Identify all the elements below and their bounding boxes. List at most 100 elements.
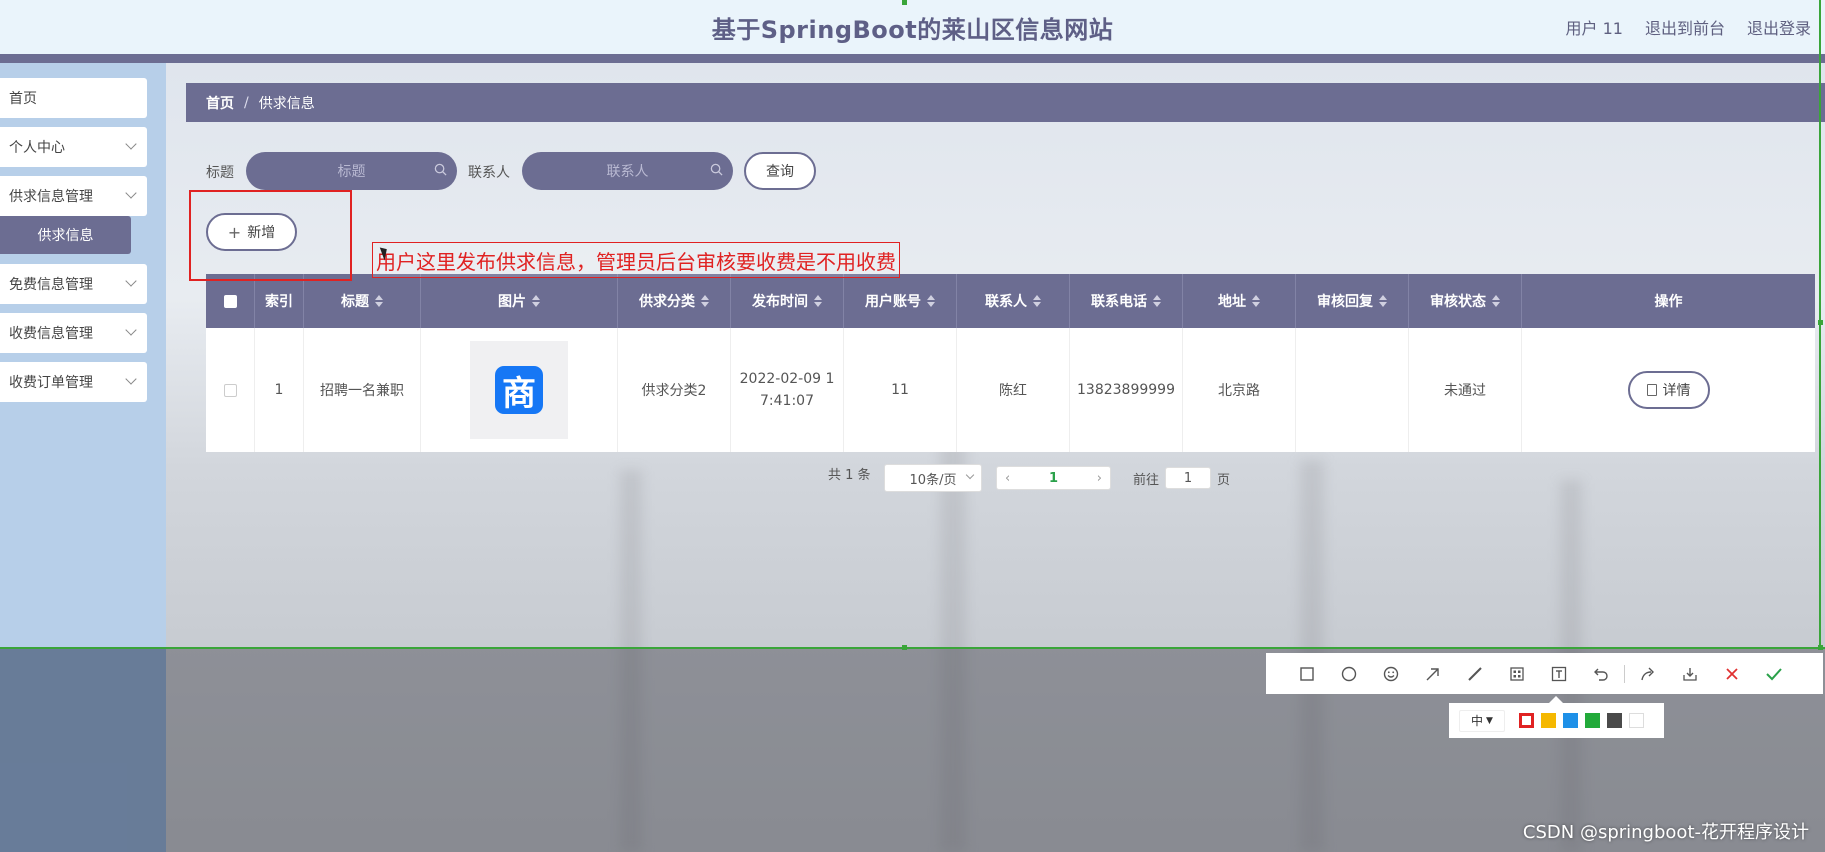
goto-page-input[interactable]: 1	[1165, 467, 1212, 489]
sidebar-item-label: 供求信息管理	[9, 189, 93, 205]
title-search-label: 标题	[206, 165, 234, 181]
column-header-label: 审核回复	[1317, 294, 1373, 310]
save-tool[interactable]	[1669, 653, 1711, 694]
sidebar-item-free-info-management[interactable]: 免费信息管理	[0, 264, 147, 304]
confirm-tool[interactable]	[1753, 653, 1795, 694]
cell-category: 供求分类2	[618, 328, 731, 452]
cancel-tool[interactable]	[1711, 653, 1753, 694]
column-header-address[interactable]: 地址	[1183, 274, 1296, 328]
chevron-down-icon	[125, 324, 137, 336]
mosaic-tool[interactable]	[1496, 653, 1538, 694]
column-header-actions: 操作	[1522, 274, 1815, 328]
select-all-checkbox-cell[interactable]	[206, 274, 255, 328]
cell-contact: 陈红	[957, 328, 1070, 452]
share-icon	[1641, 667, 1654, 680]
ellipse-tool[interactable]	[1328, 653, 1370, 694]
color-swatch-dark-gray[interactable]	[1607, 713, 1622, 728]
cell-review-status: 未通过	[1409, 328, 1522, 452]
color-swatch-white[interactable]	[1629, 713, 1644, 728]
watermark: CSDN @springboot-花开程序设计	[1522, 822, 1809, 843]
sidebar-item-home[interactable]: 首页	[0, 78, 147, 118]
row-checkbox[interactable]	[223, 383, 237, 397]
sort-icon[interactable]	[1033, 295, 1041, 307]
page-size-value: 10条/页	[909, 472, 957, 488]
logout-link[interactable]: 退出登录	[1747, 15, 1811, 39]
color-swatch-green[interactable]	[1585, 713, 1600, 728]
title-search-input[interactable]: 标题	[246, 152, 457, 190]
contact-search-placeholder: 联系人	[606, 164, 649, 180]
size-select[interactable]: 中 ▼	[1459, 709, 1505, 732]
cell-actions: 详情	[1522, 328, 1815, 452]
caret-down-icon: ▼	[1486, 715, 1493, 726]
contact-search-input[interactable]: 联系人	[522, 152, 733, 190]
page-size-select[interactable]: 10条/页	[884, 464, 982, 492]
rectangle-tool[interactable]	[1286, 653, 1328, 694]
column-header-review-reply[interactable]: 审核回复	[1296, 274, 1409, 328]
user-label: 用户 11	[1565, 19, 1623, 38]
select-all-checkbox[interactable]	[223, 294, 237, 308]
column-header-image[interactable]: 图片	[421, 274, 618, 328]
column-header-phone[interactable]: 联系电话	[1070, 274, 1183, 328]
share-tool[interactable]	[1627, 653, 1669, 694]
cell-review-reply	[1296, 328, 1409, 452]
page-suffix: 页	[1217, 472, 1231, 488]
sort-icon[interactable]	[701, 295, 709, 307]
column-header-title[interactable]: 标题	[304, 274, 421, 328]
chevron-down-icon	[125, 275, 137, 287]
column-header-category[interactable]: 供求分类	[618, 274, 731, 328]
breadcrumb-home[interactable]: 首页	[206, 93, 234, 113]
sort-icon[interactable]	[1492, 295, 1500, 307]
sort-icon[interactable]	[1153, 295, 1161, 307]
column-header-label: 标题	[341, 294, 369, 310]
arrow-icon	[1426, 667, 1439, 680]
emoji-tool[interactable]	[1370, 653, 1412, 694]
prev-page-icon[interactable]: ‹	[1005, 471, 1010, 486]
sort-icon[interactable]	[1379, 295, 1387, 307]
sort-icon[interactable]	[814, 295, 822, 307]
arrow-tool[interactable]	[1412, 653, 1454, 694]
selection-handle[interactable]	[1818, 645, 1823, 650]
sidebar-subitem-supply-demand-info[interactable]: 供求信息	[0, 216, 131, 254]
color-swatch-blue[interactable]	[1563, 713, 1578, 728]
column-header-review-status[interactable]: 审核状态	[1409, 274, 1522, 328]
column-header-label: 发布时间	[752, 294, 808, 310]
back-to-frontend-link[interactable]: 退出到前台	[1645, 15, 1725, 39]
sort-icon[interactable]	[532, 295, 540, 307]
current-page[interactable]: 1	[1049, 471, 1058, 486]
annotation-text: 用户这里发布供求信息，管理员后台审核要收费是不用收费	[372, 242, 900, 278]
detail-button-label: 详情	[1662, 383, 1691, 399]
cell-account: 11	[844, 328, 957, 452]
sort-icon[interactable]	[375, 295, 383, 307]
text-tool[interactable]	[1538, 653, 1580, 694]
column-header-publish-time[interactable]: 发布时间	[731, 274, 844, 328]
sort-icon[interactable]	[927, 295, 935, 307]
column-header-index: 索引	[255, 274, 304, 328]
selection-handle[interactable]	[902, 645, 907, 650]
pen-tool[interactable]	[1454, 653, 1496, 694]
sidebar-item-paid-info-management[interactable]: 收费信息管理	[0, 313, 147, 353]
chevron-down-icon	[965, 470, 975, 480]
sort-icon[interactable]	[1252, 295, 1260, 307]
query-button[interactable]: 查询	[744, 152, 816, 190]
next-page-icon[interactable]: ›	[1097, 471, 1102, 486]
sidebar-item-label: 个人中心	[9, 140, 65, 156]
sidebar-item-paid-order-management[interactable]: 收费订单管理	[0, 362, 147, 402]
goto-page-value: 1	[1183, 470, 1193, 486]
color-swatch-yellow[interactable]	[1541, 713, 1556, 728]
selection-handle[interactable]	[902, 0, 907, 5]
selection-border-bottom	[0, 647, 1825, 649]
sidebar-item-supply-demand-management[interactable]: 供求信息管理	[0, 176, 147, 216]
color-swatch-red[interactable]	[1519, 713, 1534, 728]
size-select-value: 中	[1471, 714, 1484, 728]
selection-handle[interactable]	[1818, 320, 1823, 325]
undo-tool[interactable]	[1580, 653, 1622, 694]
sidebar-item-personal-center[interactable]: 个人中心	[0, 127, 147, 167]
detail-button[interactable]: 详情	[1627, 371, 1710, 409]
column-header-account[interactable]: 用户账号	[844, 274, 957, 328]
cell-title: 招聘一名兼职	[304, 328, 421, 452]
table-header: 索引 标题 图片 供求分类 发布时间 用户账号 联系人 联系电话 地址 审核回复…	[206, 274, 1815, 328]
publish-time-line: 7:41:07	[760, 393, 814, 409]
column-header-contact[interactable]: 联系人	[957, 274, 1070, 328]
row-checkbox-cell[interactable]	[206, 328, 255, 452]
cell-phone: 13823899999	[1070, 328, 1183, 452]
